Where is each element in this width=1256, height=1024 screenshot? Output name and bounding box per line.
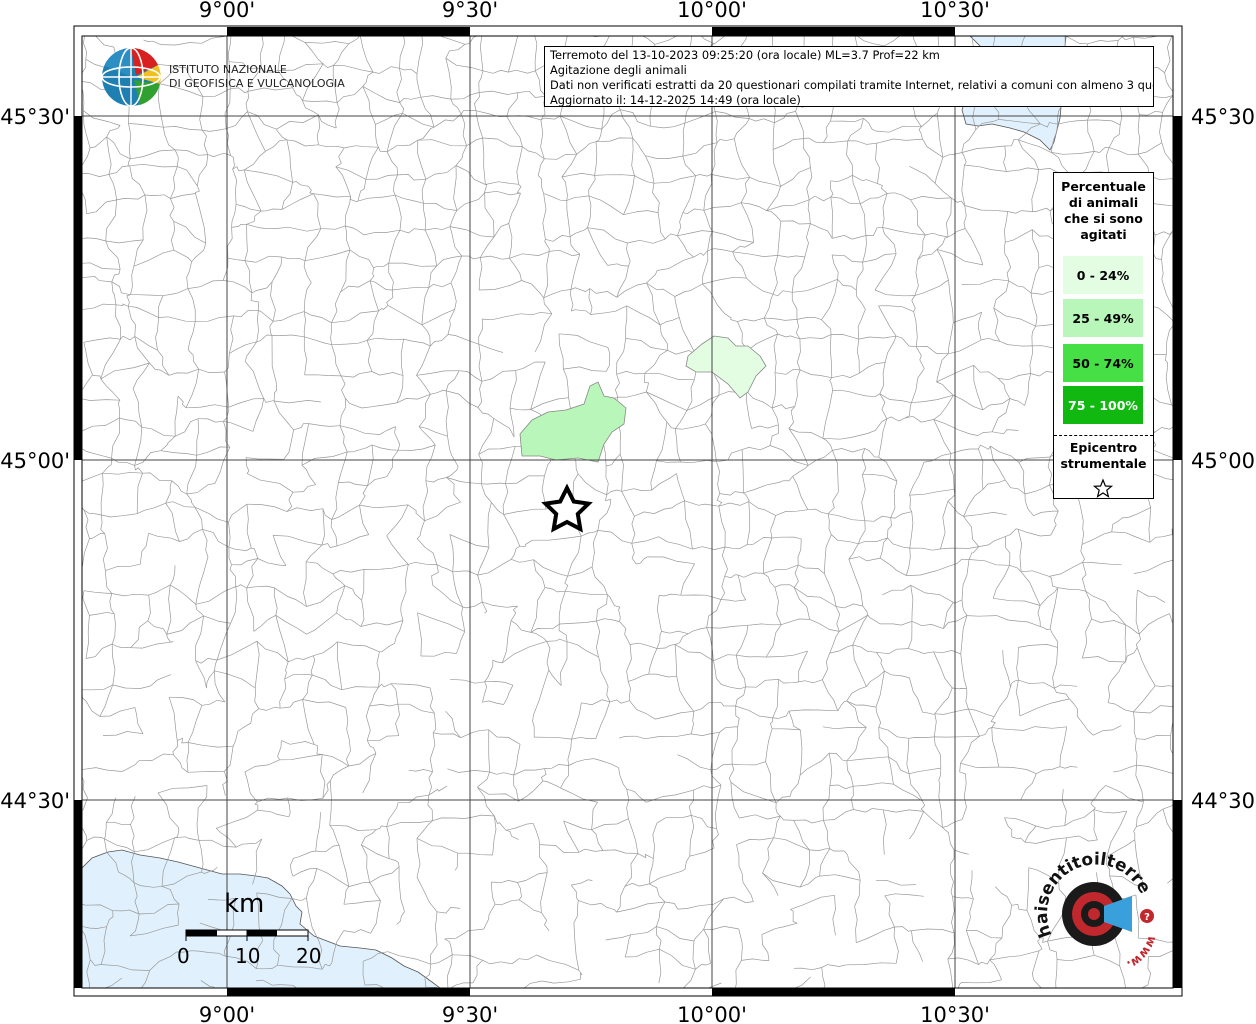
boundary-line xyxy=(1172,534,1173,538)
event-data-note: Dati non verificati estratti da 20 quest… xyxy=(550,78,1154,92)
legend-class-4: 75 - 100% xyxy=(1063,386,1143,424)
ingv-line-2: DI GEOFISICA E VULCANOLOGIA xyxy=(169,77,345,90)
ingv-logo-text: ISTITUTO NAZIONALE DI GEOFISICA E VULCAN… xyxy=(169,63,345,91)
scale-tick-0: 0 xyxy=(177,944,190,968)
scale-title: km xyxy=(224,889,265,919)
lat-label-right-3: 44°30' xyxy=(1191,789,1256,813)
legend-epicenter-label: Epicentro strumentale xyxy=(1060,440,1147,471)
lat-label-left-3: 44°30' xyxy=(0,789,70,813)
lon-label-bottom-3: 10°00' xyxy=(677,1003,747,1024)
lat-label-left-1: 45°30' xyxy=(0,105,70,129)
legend-class-3: 50 - 74% xyxy=(1063,344,1143,382)
legend-divider xyxy=(1054,435,1153,436)
lon-label-bottom-1: 9°00' xyxy=(199,1003,255,1024)
ingv-globe-logo-icon xyxy=(101,47,161,107)
lon-label-top-1: 9°00' xyxy=(199,0,255,22)
lat-label-right-1: 45°30' xyxy=(1191,105,1256,129)
map-canvas: 9°00' 9°30' 10°00' 10°30' 9°00' 9°30' 10… xyxy=(0,0,1256,1024)
map-area xyxy=(82,36,1173,988)
lon-label-bottom-4: 10°30' xyxy=(920,1003,990,1024)
event-info-box: Terremoto del 13-10-2023 09:25:20 (ora l… xyxy=(544,46,1154,107)
boundary-line xyxy=(996,29,1028,33)
boundary-line xyxy=(1028,29,1066,36)
map-page: 9°00' 9°30' 10°00' 10°30' 9°00' 9°30' 10… xyxy=(0,0,1256,1024)
legend-title: Percentuale di animali che si sono agita… xyxy=(1061,179,1146,242)
lon-label-top-2: 9°30' xyxy=(442,0,498,22)
lon-label-top-4: 10°30' xyxy=(920,0,990,22)
boundary-line xyxy=(69,881,73,901)
boundary-line xyxy=(76,739,79,771)
scale-tick-20: 20 xyxy=(296,944,322,968)
boundary-line xyxy=(482,29,520,35)
lon-label-bottom-2: 9°30' xyxy=(442,1003,498,1024)
lat-label-left-2: 45°00' xyxy=(0,449,70,473)
boundary-line xyxy=(1178,645,1181,687)
boundary-line xyxy=(610,30,634,36)
boundary-line xyxy=(1176,687,1181,707)
event-title: Terremoto del 13-10-2023 09:25:20 (ora l… xyxy=(550,48,940,62)
legend-class-1: 0 - 24% xyxy=(1063,256,1143,294)
event-subtitle: Agitazione degli animali xyxy=(550,63,687,77)
event-update-time: Aggiornato il: 14-12-2025 14:49 (ora loc… xyxy=(550,93,801,107)
scale-tick-10: 10 xyxy=(235,944,261,968)
lon-label-top-3: 10°00' xyxy=(677,0,747,22)
legend: Percentuale di animali che si sono agita… xyxy=(1053,172,1154,499)
legend-class-2: 25 - 49% xyxy=(1063,299,1143,337)
boundary-line xyxy=(1177,480,1181,517)
boundary-line xyxy=(1177,462,1182,480)
lat-label-right-2: 45°00' xyxy=(1191,449,1256,473)
boundary-line xyxy=(520,27,534,32)
ingv-line-1: ISTITUTO NAZIONALE xyxy=(169,63,287,76)
legend-star-icon xyxy=(1092,478,1114,498)
boundary-line xyxy=(564,36,568,37)
svg-text:?: ? xyxy=(1144,912,1150,923)
boundary-line xyxy=(976,24,996,31)
